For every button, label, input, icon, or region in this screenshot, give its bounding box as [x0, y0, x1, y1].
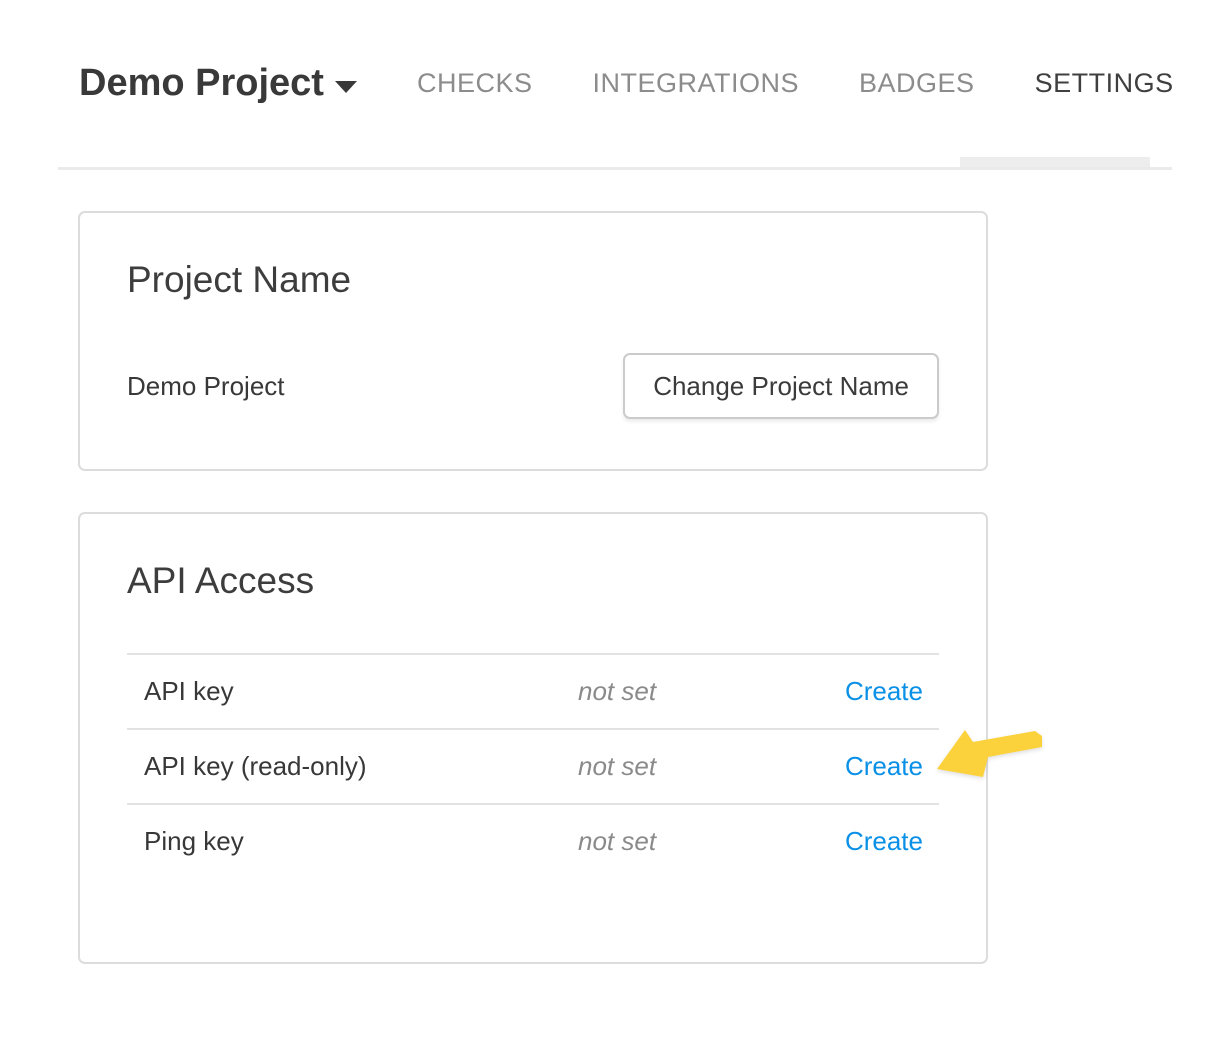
api-keys-table: API key not set Create API key (read-onl…: [127, 653, 939, 878]
tab-integrations[interactable]: INTEGRATIONS: [593, 68, 800, 99]
table-row-api-key-read-only: API key (read-only) not set Create: [127, 728, 939, 803]
project-switcher-dropdown[interactable]: Demo Project: [79, 62, 357, 105]
project-title: Demo Project: [79, 62, 324, 105]
ping-key-value: not set: [578, 826, 778, 857]
create-api-key-read-only-link[interactable]: Create: [845, 751, 923, 781]
top-navigation: Demo Project CHECKS INTEGRATIONS BADGES …: [0, 0, 1220, 170]
ping-key-label: Ping key: [127, 826, 578, 857]
table-row-ping-key: Ping key not set Create: [127, 803, 939, 878]
api-key-read-only-label: API key (read-only): [127, 751, 578, 782]
api-key-label: API key: [127, 676, 578, 707]
project-name-card: Project Name Demo Project Change Project…: [78, 211, 988, 471]
current-project-name: Demo Project: [127, 371, 285, 402]
tab-checks[interactable]: CHECKS: [417, 68, 533, 99]
api-key-value: not set: [578, 676, 778, 707]
api-access-card: API Access API key not set Create API ke…: [78, 512, 988, 964]
api-key-read-only-value: not set: [578, 751, 778, 782]
tab-badges[interactable]: BADGES: [859, 68, 975, 99]
project-name-heading: Project Name: [127, 213, 939, 303]
api-access-heading: API Access: [127, 514, 939, 604]
chevron-down-icon: [335, 81, 357, 93]
change-project-name-button[interactable]: Change Project Name: [623, 353, 939, 419]
table-row-api-key: API key not set Create: [127, 653, 939, 728]
header-divider: [58, 167, 1172, 170]
tab-settings[interactable]: SETTINGS: [1035, 68, 1174, 99]
create-ping-key-link[interactable]: Create: [845, 826, 923, 856]
create-api-key-link[interactable]: Create: [845, 676, 923, 706]
